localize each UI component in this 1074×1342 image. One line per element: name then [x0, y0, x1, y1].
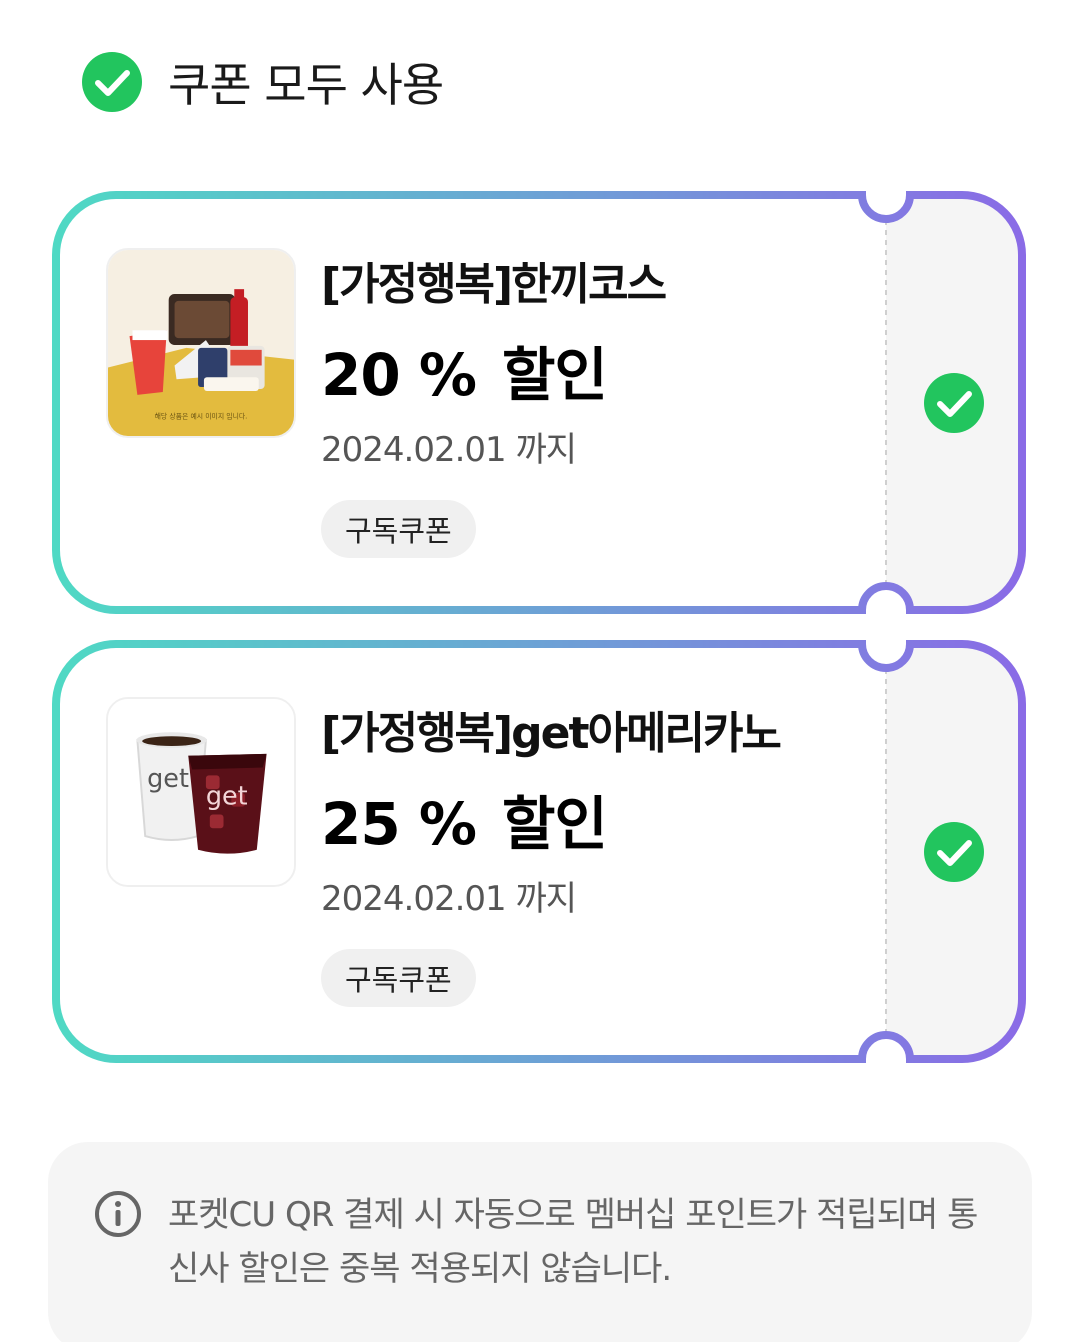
- coupon-type-badge: 구독쿠폰: [321, 949, 476, 1007]
- info-icon: [95, 1191, 141, 1237]
- check-circle-icon[interactable]: [924, 822, 984, 882]
- expiry-date: 2024.02.01 까지: [321, 879, 577, 919]
- notice-text: 포켓CU QR 결제 시 자동으로 멤버십 포인트가 적립되며 통신사 할인은 …: [168, 1195, 978, 1289]
- check-circle-icon[interactable]: [82, 52, 142, 112]
- expiry-date: 2024.02.01 까지: [321, 430, 577, 470]
- coupon-type-badge: 구독쿠폰: [321, 500, 476, 558]
- discount-text: 25 % 할인: [321, 777, 608, 861]
- cup-label: get: [206, 782, 248, 812]
- discount-text: 20 % 할인: [321, 328, 608, 412]
- coupon-card[interactable]: 해당 상품은 예시 이미지 입니다. [가정행복]한끼코스 20 % 할인 202…: [48, 190, 1030, 615]
- notice-box: 포켓CU QR 결제 시 자동으로 멤버십 포인트가 적립되며 통신사 할인은 …: [48, 1142, 1032, 1342]
- get-americano-cups-image: get get: [106, 697, 296, 887]
- discount-value: 25 %: [321, 790, 477, 858]
- use-all-label: 쿠폰 모두 사용: [168, 58, 444, 112]
- discount-word: 할인: [502, 341, 608, 409]
- coupon-title: [가정행복]한끼코스: [321, 259, 667, 310]
- coupon-title: [가정행복]get아메리카노: [321, 708, 782, 759]
- use-all-coupons-toggle[interactable]: 쿠폰 모두 사용: [82, 52, 444, 112]
- check-circle-icon[interactable]: [924, 373, 984, 433]
- meal-course-product-image: 해당 상품은 예시 이미지 입니다.: [106, 248, 296, 438]
- coupon-card[interactable]: get get [가정행복]get아메리카노 25 % 할인 2024.02.01…: [48, 639, 1030, 1064]
- discount-value: 20 %: [321, 341, 477, 409]
- cup-label: get: [147, 764, 189, 794]
- image-caption: 해당 상품은 예시 이미지 입니다.: [155, 411, 248, 420]
- discount-word: 할인: [502, 790, 608, 858]
